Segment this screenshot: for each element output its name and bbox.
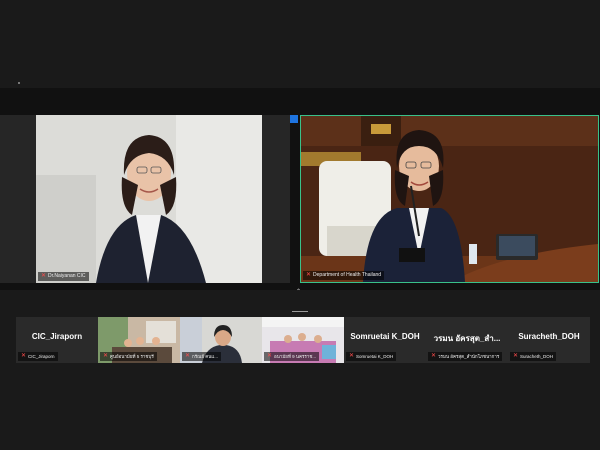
gallery-drag-handle[interactable] <box>292 311 308 312</box>
participant-name: อนามัยที่ 9 นครราช... <box>274 354 317 359</box>
participant-name-tag: ✕ Department of Health Thailand <box>303 271 385 280</box>
participant-name: ศูนย์อนามัยที่ 5 ราชบุรี <box>110 354 154 359</box>
participant-video <box>36 115 262 283</box>
participant-name-tag: ✕ Suracheth_DOH <box>510 352 557 361</box>
participant-name-tag: ✕ ศูนย์อนามัยที่ 5 ราชบุรี <box>100 352 157 361</box>
participant-name-tag: ✕ Dr.Naiyanan CIC <box>38 272 89 281</box>
stage-gutter-middle <box>262 115 290 283</box>
participant-name-tag: ✕ CIC_Jiraporn <box>18 352 58 361</box>
gallery-tile[interactable]: Somruetai K_DOH ✕ Somruetai K_DOH <box>344 317 426 363</box>
participant-name: วรมน อัครสุต_สำนักโภชนาการ <box>438 354 500 359</box>
gallery-strip: CIC_Jiraporn ✕ CIC_Jiraporn ✕ ศูนย์อนามั… <box>16 317 590 363</box>
mic-muted-icon: ✕ <box>306 272 312 278</box>
stage-gutter-left <box>0 115 36 283</box>
top-bar <box>0 0 600 88</box>
participant-name: Dr.Naiyanan CIC <box>48 273 86 279</box>
participant-name-tag: ✕ กรัณย์ คนแ... <box>182 352 221 361</box>
mic-muted-icon: ✕ <box>103 353 109 359</box>
gallery-tile[interactable]: ✕ ศูนย์อนามัยที่ 5 ราชบุรี <box>98 317 180 363</box>
mic-muted-icon: ✕ <box>185 353 191 359</box>
mic-muted-icon: ✕ <box>21 353 27 359</box>
pin-icon[interactable] <box>290 115 298 123</box>
mic-muted-icon: ✕ <box>41 273 47 279</box>
participant-name: กรัณย์ คนแ... <box>192 354 218 359</box>
participant-display-name: วรมน อัครสุต_สำ... <box>433 334 501 343</box>
gallery-tile[interactable]: ✕ กรัณย์ คนแ... <box>180 317 262 363</box>
participant-name-tag: ✕ Somruetai K_DOH <box>346 352 397 361</box>
gallery-tile[interactable]: CIC_Jiraporn ✕ CIC_Jiraporn <box>16 317 98 363</box>
participant-display-name: Suracheth_DOH <box>518 332 580 341</box>
mic-muted-icon: ✕ <box>349 353 355 359</box>
mic-muted-icon: ✕ <box>431 353 437 359</box>
gallery-tile[interactable]: ✕ อนามัยที่ 9 นครราช... <box>262 317 344 363</box>
video-tile-dr-naiyanan[interactable]: ✕ Dr.Naiyanan CIC <box>36 115 262 283</box>
gallery-tile[interactable]: วรมน อัครสุต_สำ... ✕ วรมน อัครสุต_สำนักโ… <box>426 317 508 363</box>
video-tile-department-of-health[interactable]: ✕ Department of Health Thailand <box>300 115 599 283</box>
mic-muted-icon: ✕ <box>267 353 273 359</box>
participant-name: Department of Health Thailand <box>313 272 382 278</box>
participant-name: Somruetai K_DOH <box>356 354 394 359</box>
participant-video <box>301 116 598 282</box>
participant-name: CIC_Jiraporn <box>28 354 55 359</box>
chevron-up-icon[interactable]: ⌃ <box>296 288 301 295</box>
mic-muted-icon: ✕ <box>513 353 519 359</box>
participant-name-tag: ✕ วรมน อัครสุต_สำนักโภชนาการ <box>428 352 503 361</box>
gallery-tile[interactable]: Suracheth_DOH ✕ Suracheth_DOH <box>508 317 590 363</box>
participant-name-tag: ✕ อนามัยที่ 9 นครราช... <box>264 352 320 361</box>
bottom-bar <box>0 370 600 450</box>
participant-display-name: CIC_Jiraporn <box>31 332 83 341</box>
window-dot <box>18 82 20 84</box>
participant-display-name: Somruetai K_DOH <box>350 332 420 341</box>
speaker-stage: ✕ Dr.Naiyanan CIC ✕ Department of Health… <box>0 88 600 290</box>
participant-name: Suracheth_DOH <box>520 354 554 359</box>
